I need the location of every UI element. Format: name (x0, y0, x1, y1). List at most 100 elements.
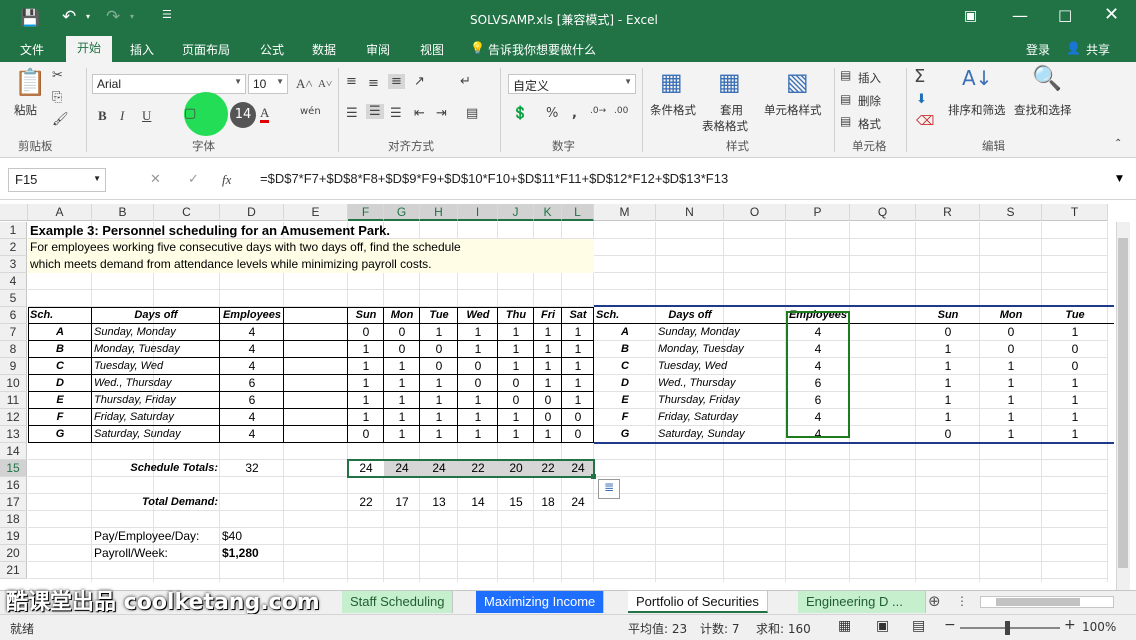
total-demand-label[interactable]: Total Demand: (94, 494, 218, 511)
undo-dropdown-icon[interactable]: ▾ (86, 12, 90, 21)
minimize-icon[interactable]: — (1012, 6, 1028, 25)
italic-icon[interactable]: I (120, 108, 124, 124)
right-schedule-id[interactable]: C (596, 358, 654, 375)
row-header-15[interactable]: 15 (0, 460, 27, 477)
row-header-7[interactable]: 7 (0, 324, 27, 341)
tab-formulas[interactable]: 公式 (260, 41, 284, 58)
paste-button[interactable]: 粘贴 (14, 102, 37, 118)
total-demand-value[interactable]: 13 (422, 494, 456, 511)
row-header-18[interactable]: 18 (0, 511, 27, 528)
tab-view[interactable]: 视图 (420, 41, 444, 58)
sheet-tab-maximizing-income[interactable]: Maximizing Income (476, 591, 605, 613)
horizontal-scroll-thumb[interactable] (996, 598, 1080, 606)
sheet-title[interactable]: Example 3: Personnel scheduling for an A… (30, 222, 532, 239)
right-schedule-days-off[interactable]: Sunday, Monday (658, 324, 784, 341)
row-header-10[interactable]: 10 (0, 375, 27, 392)
right-day-value[interactable]: 0 (982, 324, 1040, 341)
right-schedule-days-off[interactable]: Friday, Saturday (658, 409, 784, 426)
underline-icon[interactable]: U (142, 108, 151, 124)
row-header-19[interactable]: 19 (0, 528, 27, 545)
column-header-S[interactable]: S (980, 204, 1042, 221)
zoom-slider-thumb[interactable] (1005, 621, 1010, 635)
right-day-value[interactable]: 1 (1044, 324, 1106, 341)
worksheet-grid[interactable]: A B C D E F G H I J K L M N O P Q R S T 1 2 3 4 5 6 7 8 9 10 11 12 13 14 1… (0, 204, 1136, 590)
row-header-6[interactable]: 6 (0, 307, 27, 324)
right-schedule-id[interactable]: A (596, 324, 654, 341)
description-line-2[interactable]: which meets demand from attendance level… (30, 256, 532, 273)
right-header-sch[interactable]: Sch. (596, 307, 654, 324)
right-day-value[interactable]: 1 (918, 358, 978, 375)
vertical-scroll-thumb[interactable] (1118, 238, 1128, 568)
total-demand-value[interactable]: 24 (564, 494, 592, 511)
orientation-icon[interactable]: ↗ (414, 74, 425, 89)
sort-filter-icon[interactable]: A↓ (962, 66, 992, 90)
row-header-4[interactable]: 4 (0, 273, 27, 290)
right-schedule-id[interactable]: D (596, 375, 654, 392)
right-day-value[interactable]: 1 (1044, 426, 1106, 443)
borders-icon[interactable]: ▢ (184, 106, 196, 121)
align-center-icon[interactable]: ☰ (366, 104, 384, 119)
tab-data[interactable]: 数据 (312, 41, 336, 58)
column-header-F[interactable]: F (348, 204, 384, 221)
column-header-D[interactable]: D (220, 204, 284, 221)
collapse-ribbon-icon[interactable]: ⌃ (1114, 138, 1122, 149)
increase-indent-icon[interactable]: ⇥ (436, 106, 447, 121)
format-as-table-icon[interactable]: ▦ (718, 68, 741, 96)
row-header-20[interactable]: 20 (0, 545, 27, 562)
column-header-A[interactable]: A (28, 204, 92, 221)
row-header-17[interactable]: 17 (0, 494, 27, 511)
column-header-N[interactable]: N (656, 204, 724, 221)
zoom-in-icon[interactable]: + (1064, 617, 1076, 633)
cell-styles-button[interactable]: 单元格样式 (764, 102, 822, 118)
column-header-I[interactable]: I (458, 204, 498, 221)
merge-center-icon[interactable]: ▤ (466, 106, 478, 121)
right-schedule-days-off[interactable]: Wed., Thursday (658, 375, 784, 392)
total-demand-value[interactable]: 14 (460, 494, 496, 511)
font-size-select[interactable]: 10 ▼ (248, 74, 288, 94)
right-day-value[interactable]: 0 (918, 324, 978, 341)
close-icon[interactable]: ✕ (1104, 4, 1119, 25)
column-header-P[interactable]: P (786, 204, 850, 221)
delete-cells-icon[interactable]: ▤ (840, 92, 851, 106)
expand-formula-icon[interactable]: ▼ (1116, 174, 1123, 184)
column-header-Q[interactable]: Q (850, 204, 916, 221)
schedule-totals-employees[interactable]: 32 (222, 460, 282, 477)
column-header-E[interactable]: E (284, 204, 348, 221)
description-line-1[interactable]: For employees working five consecutive d… (30, 239, 532, 256)
comma-style-icon[interactable]: , (572, 106, 577, 121)
tab-file[interactable]: 文件 (20, 41, 44, 58)
total-demand-value[interactable]: 18 (536, 494, 560, 511)
column-header-O[interactable]: O (724, 204, 786, 221)
row-header-11[interactable]: 11 (0, 392, 27, 409)
customize-qat-icon[interactable]: ☰ (162, 8, 172, 21)
tab-review[interactable]: 审阅 (366, 41, 390, 58)
decrease-decimal-icon[interactable]: .00 (614, 106, 628, 116)
maximize-icon[interactable]: □ (1058, 6, 1072, 24)
cell-styles-icon[interactable]: ▧ (786, 68, 809, 96)
tab-home[interactable]: 开始 (66, 36, 112, 62)
right-schedule-id[interactable]: B (596, 341, 654, 358)
currency-icon[interactable]: 💲 (512, 106, 528, 121)
right-day-value[interactable]: 1 (918, 375, 978, 392)
font-name-select[interactable]: Arial ▼ (92, 74, 246, 94)
clear-icon[interactable]: ⌫ (916, 114, 934, 129)
login-link[interactable]: 登录 (1026, 41, 1050, 58)
align-right-icon[interactable]: ☰ (390, 106, 402, 121)
row-header-14[interactable]: 14 (0, 443, 27, 460)
fill-handle[interactable] (591, 474, 596, 479)
column-header-C[interactable]: C (154, 204, 220, 221)
format-as-table-button[interactable]: 套用 (720, 102, 743, 118)
total-demand-value[interactable]: 17 (386, 494, 418, 511)
column-header-K[interactable]: K (534, 204, 562, 221)
phonetic-icon[interactable]: wén (300, 106, 321, 117)
total-demand-value[interactable]: 22 (350, 494, 382, 511)
insert-cells-icon[interactable]: ▤ (840, 68, 851, 82)
align-left-icon[interactable]: ☰ (346, 106, 358, 121)
right-day-value[interactable]: 0 (918, 426, 978, 443)
name-box[interactable]: F15 ▼ (8, 168, 106, 192)
row-header-13[interactable]: 13 (0, 426, 27, 443)
align-top-icon[interactable]: ≡ (346, 74, 357, 89)
row-header-1[interactable]: 1 (0, 222, 27, 239)
row-header-3[interactable]: 3 (0, 256, 27, 273)
right-day-value[interactable]: 1 (918, 341, 978, 358)
